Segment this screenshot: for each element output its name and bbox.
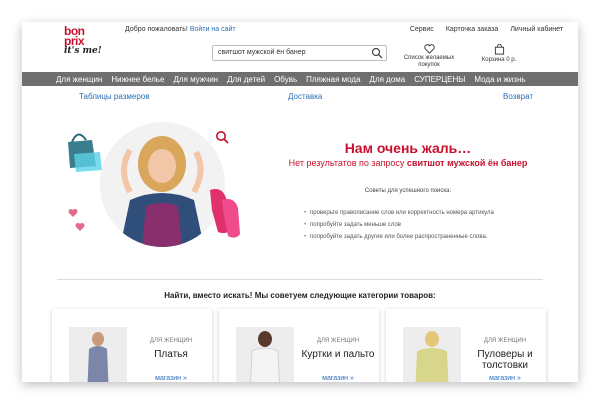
returns-link[interactable]: Возврат [503, 92, 533, 101]
logo-slogan: it's me! [64, 46, 102, 56]
pullover-photo [403, 327, 461, 382]
search-value: свитшот мужской ён банер [218, 49, 306, 56]
page-frame: bon prix it's me! Добро пожаловать! Войт… [22, 22, 578, 382]
nav-item-beach[interactable]: Пляжная мода [306, 75, 360, 84]
nav-item-superprices[interactable]: СУПЕРЦЕНЫ [414, 75, 465, 84]
toplink-account[interactable]: Личный кабинет [510, 26, 563, 33]
nav-item-shoes[interactable]: Обувь [274, 75, 297, 84]
delivery-link[interactable]: Доставка [288, 92, 322, 101]
tip-item: проверьте правописание слов или корректн… [304, 210, 494, 216]
wishlist-label-1: Список желаемых [403, 55, 455, 61]
size-tables-link[interactable]: Таблицы размеров [79, 92, 149, 101]
wishlist-button[interactable]: Список желаемых покупок [402, 44, 456, 69]
cart-button[interactable]: Корзина 0 р. [474, 44, 524, 64]
main-nav: Для женщин Нижнее белье Для мужчин Для д… [22, 72, 578, 86]
nav-item-men[interactable]: Для мужчин [173, 75, 218, 84]
cart-label: Корзина 0 р. [481, 57, 517, 63]
card-category: ДЛЯ ЖЕНЩИН [149, 338, 193, 344]
zoom-icon[interactable] [215, 130, 229, 144]
dress-photo [69, 327, 127, 382]
wishlist-label-2: покупок [418, 62, 440, 68]
login-link[interactable]: Войти на сайт [190, 26, 236, 33]
sorry-heading: Нам очень жаль… [344, 140, 472, 156]
card-shop-link[interactable]: магазин » [471, 375, 539, 382]
nav-item-women[interactable]: Для женщин [56, 75, 102, 84]
card-title: Пуловеры и толстовки [477, 349, 533, 371]
category-card-pullovers[interactable]: ДЛЯ ЖЕНЩИН Пуловеры и толстовки магазин … [386, 309, 546, 382]
jacket-photo [236, 327, 294, 382]
toplink-service[interactable]: Сервис [410, 26, 434, 33]
nav-item-lifestyle[interactable]: Мода и жизнь [474, 75, 525, 84]
suggest-title: Найти, вместо искать! Мы советуем следую… [164, 291, 436, 300]
bag-icon [494, 44, 504, 55]
nav-item-home[interactable]: Для дома [370, 75, 406, 84]
no-results-prefix: Нет результатов по запросу [288, 158, 405, 168]
category-cards: ДЛЯ ЖЕНЩИН Платья магазин » ДЛЯ ЖЕНЩИН К… [52, 309, 548, 382]
hearts-decor [68, 209, 85, 231]
welcome-bar: Добро пожаловать! Войти на сайт [125, 26, 236, 33]
search-query: свитшот мужской ён банер [406, 158, 528, 168]
welcome-text: Добро пожаловать! [125, 26, 188, 33]
heart-icon [423, 44, 435, 54]
tip-item: попробуйте задать меньше слов [304, 222, 494, 228]
tips-title: Советы для успешного поиска: [364, 188, 452, 194]
category-card-jackets[interactable]: ДЛЯ ЖЕНЩИН Куртки и пальто магазин » [219, 309, 379, 382]
card-category: ДЛЯ ЖЕНЩИН [483, 338, 527, 344]
divider [57, 279, 543, 280]
card-shop-link[interactable]: магазин » [304, 375, 372, 382]
card-category: ДЛЯ ЖЕНЩИН [316, 338, 360, 344]
nav-item-kids[interactable]: Для детей [227, 75, 265, 84]
top-links: Сервис Карточка заказа Личный кабинет [410, 26, 563, 33]
tip-item: попробуйте задать другие или более распр… [304, 234, 494, 240]
no-results-message: Нет результатов по запросу свитшот мужск… [253, 158, 563, 168]
category-card-dresses[interactable]: ДЛЯ ЖЕНЩИН Платья магазин » [52, 309, 212, 382]
tips-list: проверьте правописание слов или корректн… [304, 210, 494, 246]
toplink-order-card[interactable]: Карточка заказа [446, 26, 499, 33]
card-title: Куртки и пальто [301, 349, 375, 360]
card-shop-link[interactable]: магазин » [137, 375, 205, 382]
magnifier-icon[interactable] [371, 47, 383, 59]
search-input[interactable]: свитшот мужской ён банер [212, 45, 387, 61]
logo-line2: prix [64, 34, 85, 48]
nav-item-lingerie[interactable]: Нижнее белье [111, 75, 164, 84]
bonprix-logo[interactable]: bon prix it's me! [64, 25, 108, 56]
shoes-illustration [210, 189, 240, 238]
card-title: Платья [154, 349, 188, 360]
handbag-illustration [68, 133, 102, 172]
